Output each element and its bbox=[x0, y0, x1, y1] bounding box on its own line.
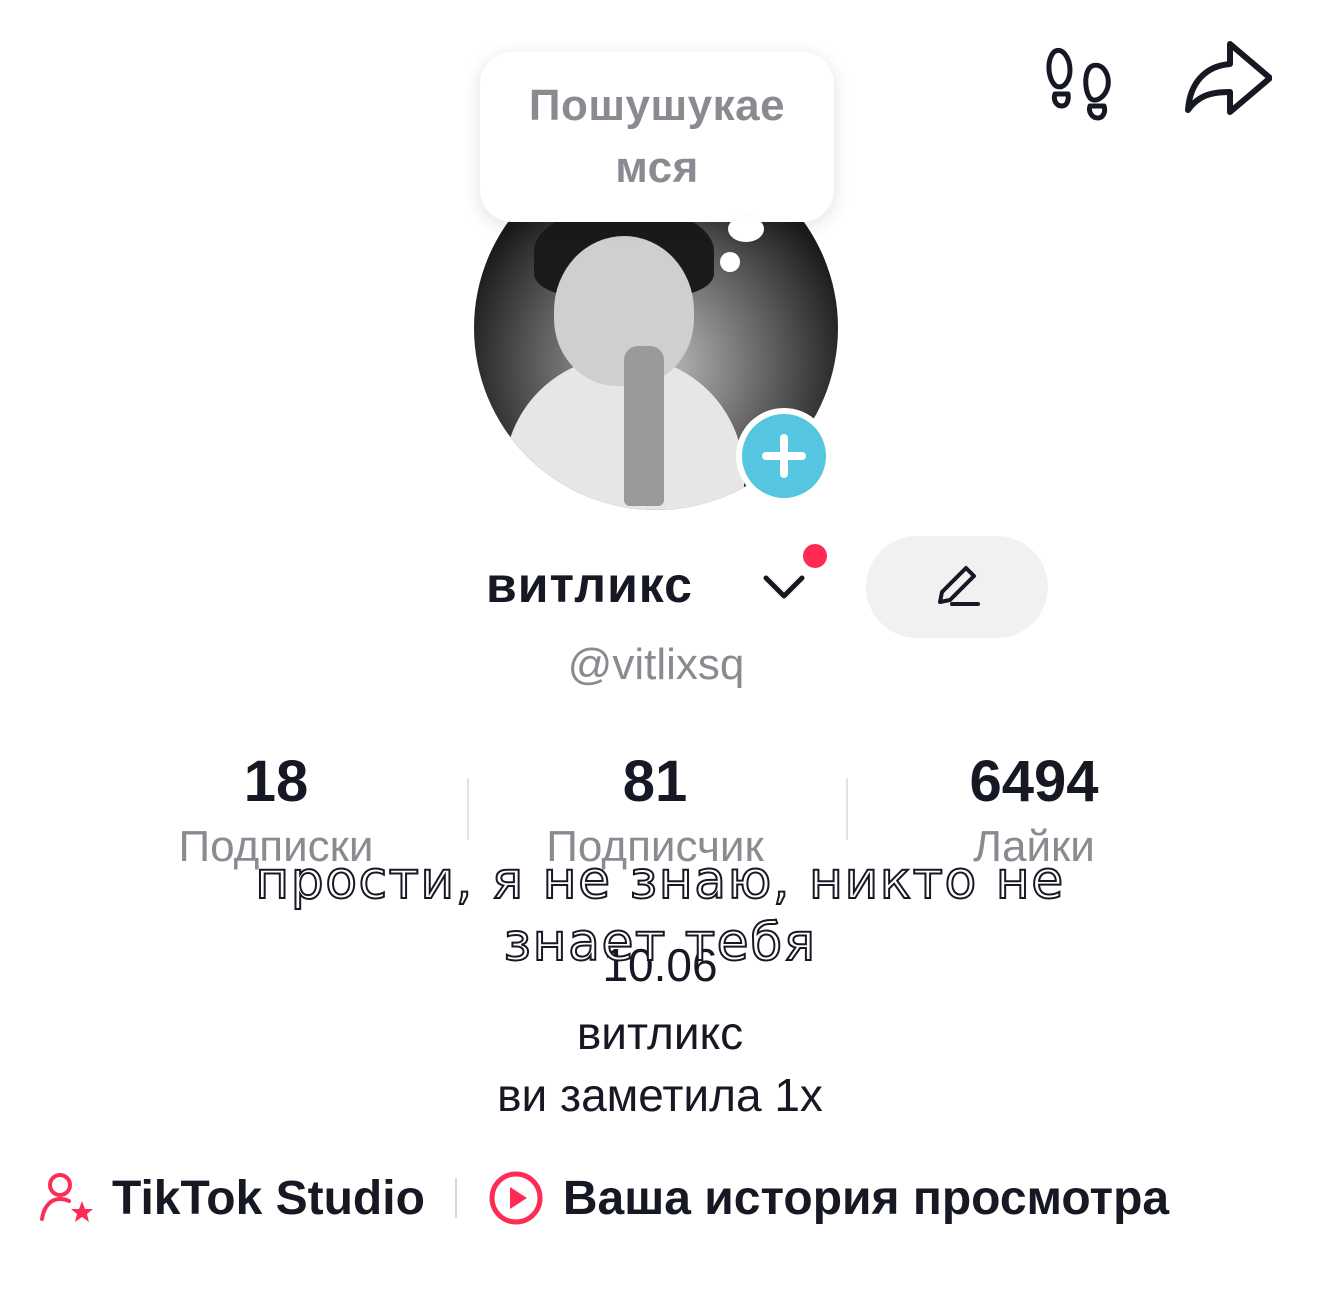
note-bubble[interactable]: Пошушукае мся bbox=[480, 52, 834, 222]
bubble-tail-dot bbox=[720, 252, 740, 272]
followers-count[interactable]: 81 bbox=[505, 748, 805, 815]
overlay-caption-line2: знает тебя bbox=[503, 912, 817, 974]
overlay-caption: прости, я не знаю, никто не знает тебя bbox=[0, 850, 1320, 974]
add-story-button[interactable] bbox=[736, 408, 832, 504]
tiktok-studio-link[interactable]: TikTok Studio bbox=[112, 1171, 425, 1226]
edit-profile-button[interactable] bbox=[866, 536, 1048, 638]
bio-line-note: ви заметила 1х bbox=[497, 1069, 823, 1121]
creator-icon bbox=[40, 1173, 93, 1222]
profile-links-row: TikTok Studio Ваша история просмотра bbox=[36, 1166, 1169, 1230]
share-icon[interactable] bbox=[1182, 34, 1272, 124]
following-count[interactable]: 18 bbox=[126, 748, 426, 815]
watch-history-link[interactable]: Ваша история просмотра bbox=[563, 1171, 1169, 1226]
profile-handle: @vitlixsq bbox=[567, 640, 745, 689]
likes-count[interactable]: 6494 bbox=[884, 748, 1184, 815]
link-divider bbox=[454, 1178, 457, 1218]
pencil-icon bbox=[938, 566, 980, 606]
profile-name[interactable]: витликс bbox=[486, 556, 693, 614]
chevron-down-icon[interactable] bbox=[760, 568, 808, 608]
bio-line-name: витликс bbox=[576, 1007, 744, 1059]
note-text-line1: Пошушукае bbox=[528, 81, 786, 130]
overlay-caption-line1: прости, я не знаю, никто не bbox=[254, 850, 1065, 912]
bubble-tail bbox=[728, 216, 764, 242]
plus-icon bbox=[762, 434, 806, 478]
note-text-line2: мся bbox=[615, 143, 699, 192]
footprints-icon[interactable] bbox=[1040, 38, 1130, 128]
notification-dot bbox=[800, 541, 830, 571]
play-circle-icon bbox=[489, 1171, 543, 1225]
